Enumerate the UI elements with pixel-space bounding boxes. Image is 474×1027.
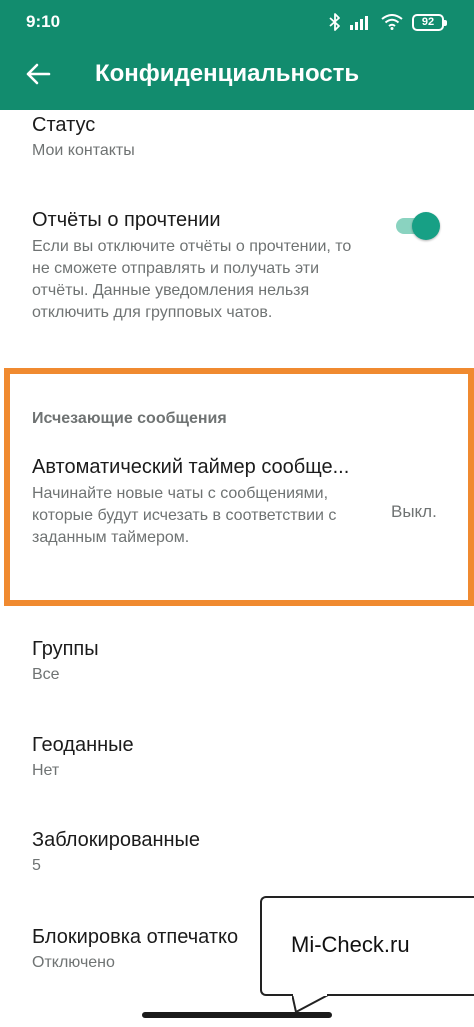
setting-blocked-title: Заблокированные [32, 829, 201, 851]
setting-status-title: Статус [32, 114, 96, 136]
page-title: Конфиденциальность [95, 60, 360, 87]
watermark-text: Mi-Check.ru [291, 932, 410, 957]
setting-groups-title: Группы [32, 638, 99, 660]
setting-status[interactable]: Статус Мои контакты [32, 112, 135, 162]
status-bar: 9:10 92 [0, 0, 474, 44]
app-bar: Конфиденциальность [0, 44, 474, 110]
setting-status-value: Мои контакты [32, 142, 135, 159]
setting-timer-description: Начинайте новые чаты с сообщениями, кото… [32, 485, 337, 546]
bluetooth-icon [329, 13, 341, 31]
setting-timer-value: Выкл. [391, 502, 437, 521]
wifi-icon [381, 14, 403, 30]
setting-fingerprint[interactable]: Блокировка отпечатко Отключено [32, 924, 238, 974]
setting-location-title: Геоданные [32, 734, 134, 756]
setting-read-receipts-description: Если вы отключите отчёты о прочтении, то… [32, 238, 352, 321]
setting-location-value: Нет [32, 762, 60, 779]
section-header-disappearing: Исчезающие сообщения [32, 410, 227, 427]
toggle-thumb [412, 212, 440, 240]
signal-icon [350, 14, 372, 30]
timer-text-block: Автоматический таймер сообще... Начинайт… [32, 454, 378, 549]
home-indicator[interactable] [142, 1012, 332, 1018]
back-button[interactable] [14, 52, 62, 100]
setting-location[interactable]: Геоданные Нет [32, 732, 134, 782]
read-receipts-toggle[interactable] [394, 212, 440, 240]
setting-groups-value: Все [32, 666, 60, 683]
setting-read-receipts-title: Отчёты о прочтении [32, 209, 221, 231]
setting-groups[interactable]: Группы Все [32, 636, 99, 686]
status-icons: 92 [329, 12, 447, 32]
setting-read-receipts[interactable]: Отчёты о прочтении Если вы отключите отч… [32, 207, 372, 324]
watermark-tail [292, 994, 329, 1014]
status-time: 9:10 [26, 12, 61, 31]
setting-blocked-value: 5 [32, 857, 41, 874]
battery-level: 92 [421, 15, 435, 28]
arrow-back-icon [25, 62, 51, 91]
setting-fingerprint-value: Отключено [32, 954, 115, 971]
setting-blocked[interactable]: Заблокированные 5 [32, 827, 200, 877]
setting-timer-title: Автоматический таймер сообще... [32, 456, 350, 478]
battery-icon: 92 [412, 13, 447, 31]
setting-fingerprint-title: Блокировка отпечатко [32, 926, 239, 948]
